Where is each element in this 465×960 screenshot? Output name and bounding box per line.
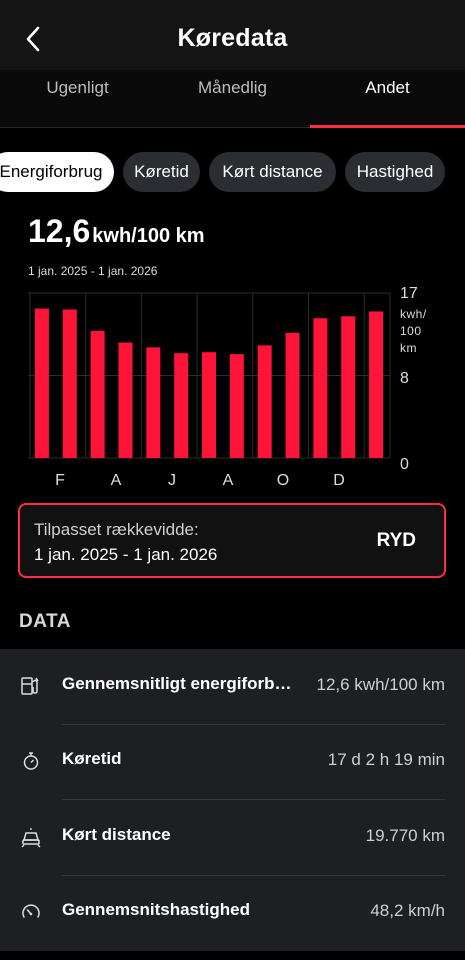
y-tick-min: 0 <box>400 456 409 473</box>
summary-metric: 12,6 kwh/100 km <box>28 213 205 250</box>
custom-range-box[interactable]: Tilpasset rækkevidde: 1 jan. 2025 - 1 ja… <box>18 503 446 578</box>
speedometer-icon <box>22 904 40 918</box>
chip-distance[interactable]: Kørt distance <box>209 152 336 192</box>
tab-weekly[interactable]: Ugenligt <box>0 78 155 98</box>
chart-bar[interactable] <box>341 316 356 458</box>
chart-bar[interactable] <box>257 345 272 458</box>
y-tick-mid: 8 <box>400 370 409 387</box>
row-value: 19.770 km <box>365 826 445 845</box>
energy-bar-chart: 17 kwh/ 100 km 8 0 F A J A O D <box>0 285 465 489</box>
y-unit-line: 100 <box>400 324 422 338</box>
row-label: Gennemsnitshastighed <box>62 900 250 919</box>
row-label: Gennemsnitligt energiforbrug <box>62 674 297 693</box>
x-tick-label: F <box>55 472 65 489</box>
tab-monthly[interactable]: Månedlig <box>155 78 310 98</box>
chart-bar[interactable] <box>34 308 49 458</box>
metric-chips: Energiforbrug Køretid Kørt distance Hast… <box>0 152 465 192</box>
chart-plot <box>28 292 391 459</box>
list-item[interactable]: Kørt distance 19.770 km <box>0 800 465 875</box>
page-title: Køredata <box>177 24 288 52</box>
row-value: 12,6 kwh/100 km <box>316 675 445 694</box>
x-tick-label: J <box>168 472 176 489</box>
x-tick-label: A <box>110 472 122 489</box>
period-tabs: Ugenligt Månedlig Andet <box>0 70 465 128</box>
car-road-icon <box>21 828 41 848</box>
stopwatch-icon <box>23 752 39 770</box>
y-unit-line: kwh/ <box>400 307 427 321</box>
list-item[interactable]: Køretid 17 d 2 h 19 min <box>0 724 465 799</box>
chip-drive-time[interactable]: Køretid <box>123 152 200 192</box>
summary-value: 12,6 <box>28 213 91 249</box>
y-tick-max: 17 <box>400 285 418 302</box>
x-tick-label: D <box>333 472 345 489</box>
active-tab-indicator <box>310 125 465 128</box>
x-tick-label: A <box>222 472 234 489</box>
row-label: Køretid <box>62 749 122 768</box>
range-label: Tilpasset rækkevidde: <box>34 520 199 539</box>
chip-energy[interactable]: Energiforbrug <box>0 152 114 192</box>
chart-bar[interactable] <box>229 354 244 458</box>
x-tick-label: O <box>276 472 290 489</box>
fuel-pump-icon <box>21 677 39 695</box>
chart-bar[interactable] <box>285 332 300 458</box>
range-value: 1 jan. 2025 - 1 jan. 2026 <box>34 545 218 564</box>
row-value: 17 d 2 h 19 min <box>327 750 445 769</box>
chart-bar[interactable] <box>174 353 189 458</box>
chip-speed[interactable]: Hastighed <box>345 152 445 192</box>
tab-other[interactable]: Andet <box>310 78 465 98</box>
chart-bar[interactable] <box>62 309 77 459</box>
y-axis-unit: kwh/ 100 km <box>400 306 427 357</box>
list-item[interactable]: Gennemsnitshastighed 48,2 km/h <box>0 875 465 950</box>
data-heading: DATA <box>19 611 71 632</box>
header-bar: Køredata <box>0 0 465 70</box>
chart-bar[interactable] <box>146 347 161 458</box>
chart-bar[interactable] <box>90 330 105 458</box>
summary-unit: kwh/100 km <box>92 225 205 247</box>
chart-bar[interactable] <box>369 311 384 458</box>
data-list: Gennemsnitligt energiforbrug 12,6 kwh/10… <box>0 649 465 951</box>
row-value: 48,2 km/h <box>370 901 445 920</box>
y-unit-line: km <box>400 341 417 355</box>
row-label: Kørt distance <box>62 825 171 844</box>
chart-bar[interactable] <box>313 318 328 458</box>
chart-bar[interactable] <box>118 342 133 459</box>
list-item[interactable]: Gennemsnitligt energiforbrug 12,6 kwh/10… <box>0 649 465 724</box>
chart-bar[interactable] <box>202 352 216 458</box>
summary-range: 1 jan. 2025 - 1 jan. 2026 <box>28 264 158 278</box>
clear-button[interactable]: RYD <box>377 530 416 552</box>
